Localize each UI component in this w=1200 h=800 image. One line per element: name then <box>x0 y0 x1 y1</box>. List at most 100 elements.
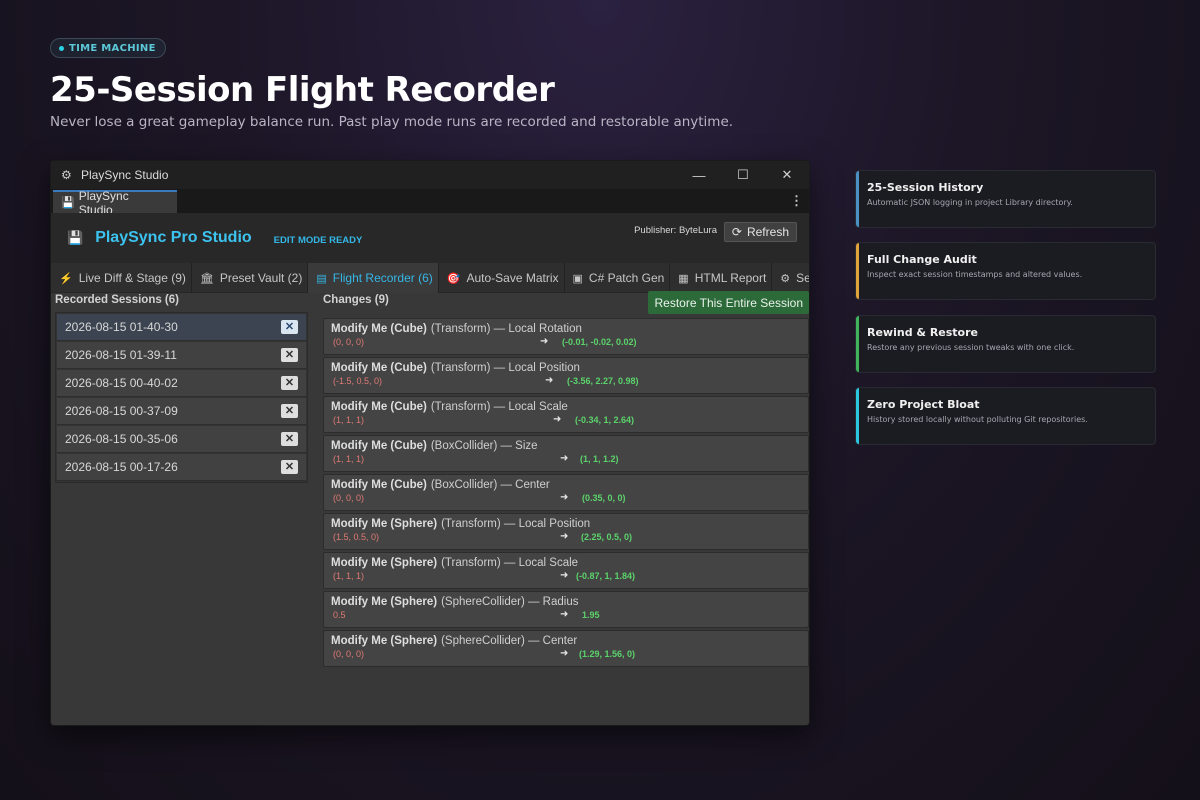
session-row[interactable]: 2026-08-15 00-35-06 ✕ <box>57 426 306 453</box>
tab-settings[interactable]: ⚙ Settings <box>772 263 810 293</box>
tab-icon: ⚙ <box>780 272 791 285</box>
feature-card: Rewind & Restore Restore any previous ses… <box>855 315 1156 373</box>
tab-label: C# Patch Gen <box>588 271 665 285</box>
change-property: (SphereCollider) — Radius <box>441 596 579 608</box>
tab-icon: ▦ <box>678 272 689 285</box>
change-header: Modify Me (Cube) (Transform) — Local Posi… <box>331 362 801 374</box>
new-value: (-0.34, 1, 2.64) <box>575 415 635 425</box>
mode-status: EDIT MODE READY <box>273 234 363 246</box>
change-object: Modify Me (Sphere) <box>331 518 438 530</box>
arrow-right-icon: ➜ <box>560 492 569 503</box>
change-item[interactable]: Modify Me (Sphere) (Transform) — Local Po… <box>323 513 809 550</box>
app-window: ⚙ PlaySync Studio — ☐ ✕ 💾 PlaySync Studi… <box>50 160 810 726</box>
delete-session-icon[interactable]: ✕ <box>281 404 298 418</box>
tab-flight-recorder-6[interactable]: ▤ Flight Recorder (6) <box>308 263 439 293</box>
tab-label: Live Diff & Stage (9) <box>78 271 186 285</box>
change-item[interactable]: Modify Me (Cube) (Transform) — Local Posi… <box>323 357 809 394</box>
change-item[interactable]: Modify Me (Sphere) (SphereCollider) — Rad… <box>323 591 809 628</box>
new-value: (-0.01, -0.02, 0.02) <box>562 337 637 347</box>
session-row[interactable]: 2026-08-15 00-40-02 ✕ <box>57 370 306 397</box>
editor-tabstrip: 💾 PlaySync Studio ⋮ <box>51 189 809 217</box>
more-options-icon[interactable]: ⋮ <box>790 193 803 209</box>
window-titlebar[interactable]: ⚙ PlaySync Studio — ☐ ✕ <box>51 161 809 189</box>
change-item[interactable]: Modify Me (Sphere) (SphereCollider) — Cen… <box>323 630 809 667</box>
session-timestamp: 2026-08-15 00-17-26 <box>65 460 178 474</box>
tab-icon: 🎯 <box>446 272 461 285</box>
session-timestamp: 2026-08-15 01-40-30 <box>65 320 178 334</box>
delete-session-icon[interactable]: ✕ <box>281 376 298 390</box>
change-object: Modify Me (Cube) <box>331 362 427 374</box>
tab-label: Settings <box>796 271 810 285</box>
change-object: Modify Me (Sphere) <box>331 596 438 608</box>
badge-label: TIME MACHINE <box>69 42 156 54</box>
delete-session-icon[interactable]: ✕ <box>281 320 298 334</box>
tab-icon: ▤ <box>316 272 327 285</box>
session-row[interactable]: 2026-08-15 00-17-26 ✕ <box>57 454 306 481</box>
session-row[interactable]: 2026-08-15 01-39-11 ✕ <box>57 342 306 369</box>
session-row[interactable]: 2026-08-15 00-37-09 ✕ <box>57 398 306 425</box>
changes-pane: Changes (9) Restore This Entire Session … <box>323 291 809 669</box>
session-timestamp: 2026-08-15 01-39-11 <box>65 348 177 362</box>
badge-dot-icon <box>59 45 64 51</box>
tab-icon: ▣ <box>572 272 583 285</box>
change-object: Modify Me (Sphere) <box>331 557 438 569</box>
window-title: PlaySync Studio <box>81 168 169 182</box>
arrow-right-icon: ➜ <box>560 531 569 542</box>
change-object: Modify Me (Cube) <box>331 323 427 335</box>
change-header: Modify Me (Sphere) (SphereCollider) — Cen… <box>331 635 801 647</box>
change-list: Modify Me (Cube) (Transform) — Local Rota… <box>323 318 809 667</box>
feature-accent-bar <box>856 388 859 444</box>
new-value: (2.25, 0.5, 0) <box>581 532 633 542</box>
change-item[interactable]: Modify Me (Cube) (BoxCollider) — Center (0… <box>323 474 809 511</box>
session-row[interactable]: 2026-08-15 01-40-30 ✕ <box>57 314 306 341</box>
tab-auto-save-matrix[interactable]: 🎯 Auto-Save Matrix <box>439 263 565 293</box>
old-value: (1, 1, 1) <box>333 454 365 464</box>
delete-session-icon[interactable]: ✕ <box>281 460 298 474</box>
session-timestamp: 2026-08-15 00-40-02 <box>65 376 178 390</box>
delete-session-icon[interactable]: ✕ <box>281 348 298 362</box>
arrow-right-icon: ➜ <box>545 375 554 386</box>
change-item[interactable]: Modify Me (Cube) (Transform) — Local Rota… <box>323 318 809 355</box>
minimize-button[interactable]: — <box>677 161 721 189</box>
change-header: Modify Me (Cube) (Transform) — Local Scal… <box>331 401 801 413</box>
arrow-right-icon: ➜ <box>560 453 569 464</box>
tab-preset-vault-2[interactable]: 🏛 Preset Vault (2) <box>192 263 309 293</box>
change-item[interactable]: Modify Me (Sphere) (Transform) — Local Sc… <box>323 552 809 589</box>
change-object: Modify Me (Cube) <box>331 401 427 413</box>
tab-live-diff-stage-9[interactable]: ⚡ Live Diff & Stage (9) <box>51 263 192 293</box>
maximize-button[interactable]: ☐ <box>721 161 765 189</box>
change-item[interactable]: Modify Me (Cube) (Transform) — Local Scal… <box>323 396 809 433</box>
change-header: Modify Me (Cube) (BoxCollider) — Size <box>331 440 801 452</box>
new-value: (0.35, 0, 0) <box>582 493 626 503</box>
session-timestamp: 2026-08-15 00-37-09 <box>65 404 178 418</box>
feature-accent-bar <box>856 171 859 227</box>
save-icon: 💾 <box>67 230 84 245</box>
old-value: 0.5 <box>333 610 346 620</box>
flight-recorder-content: Recorded Sessions (6) 2026-08-15 01-40-3… <box>51 291 809 725</box>
time-machine-badge: TIME MACHINE <box>50 38 166 58</box>
old-value: (0, 0, 0) <box>333 649 365 659</box>
tab-label: Auto-Save Matrix <box>466 271 559 285</box>
floppy-icon: 💾 <box>61 197 75 209</box>
change-property: (BoxCollider) — Center <box>430 479 550 491</box>
feature-title: Zero Project Bloat <box>867 398 980 411</box>
restore-session-button[interactable]: Restore This Entire Session <box>648 291 809 314</box>
refresh-button[interactable]: ⟳ Refresh <box>723 222 797 242</box>
feature-card: 25-Session History Automatic JSON logging… <box>855 170 1156 228</box>
change-header: Modify Me (Sphere) (Transform) — Local Po… <box>331 518 801 530</box>
arrow-right-icon: ➜ <box>560 648 569 659</box>
delete-session-icon[interactable]: ✕ <box>281 432 298 446</box>
change-property: (SphereCollider) — Center <box>441 635 578 647</box>
app-logo-icon: ⚙ <box>61 168 72 182</box>
tab-label: Preset Vault (2) <box>219 271 303 285</box>
change-item[interactable]: Modify Me (Cube) (BoxCollider) — Size (1, … <box>323 435 809 472</box>
change-header: Modify Me (Sphere) (SphereCollider) — Rad… <box>331 596 801 608</box>
close-window-button[interactable]: ✕ <box>765 161 809 189</box>
feature-description: Inspect exact session timestamps and alt… <box>867 270 1083 279</box>
editor-tab-playsync[interactable]: 💾 PlaySync Studio <box>53 189 177 217</box>
change-object: Modify Me (Cube) <box>331 479 427 491</box>
feature-title: Rewind & Restore <box>867 326 978 339</box>
tab-c-patch-gen[interactable]: ▣ C# Patch Gen <box>565 263 671 293</box>
tab-html-report[interactable]: ▦ HTML Report <box>670 263 773 293</box>
change-header: Modify Me (Cube) (BoxCollider) — Center <box>331 479 801 491</box>
